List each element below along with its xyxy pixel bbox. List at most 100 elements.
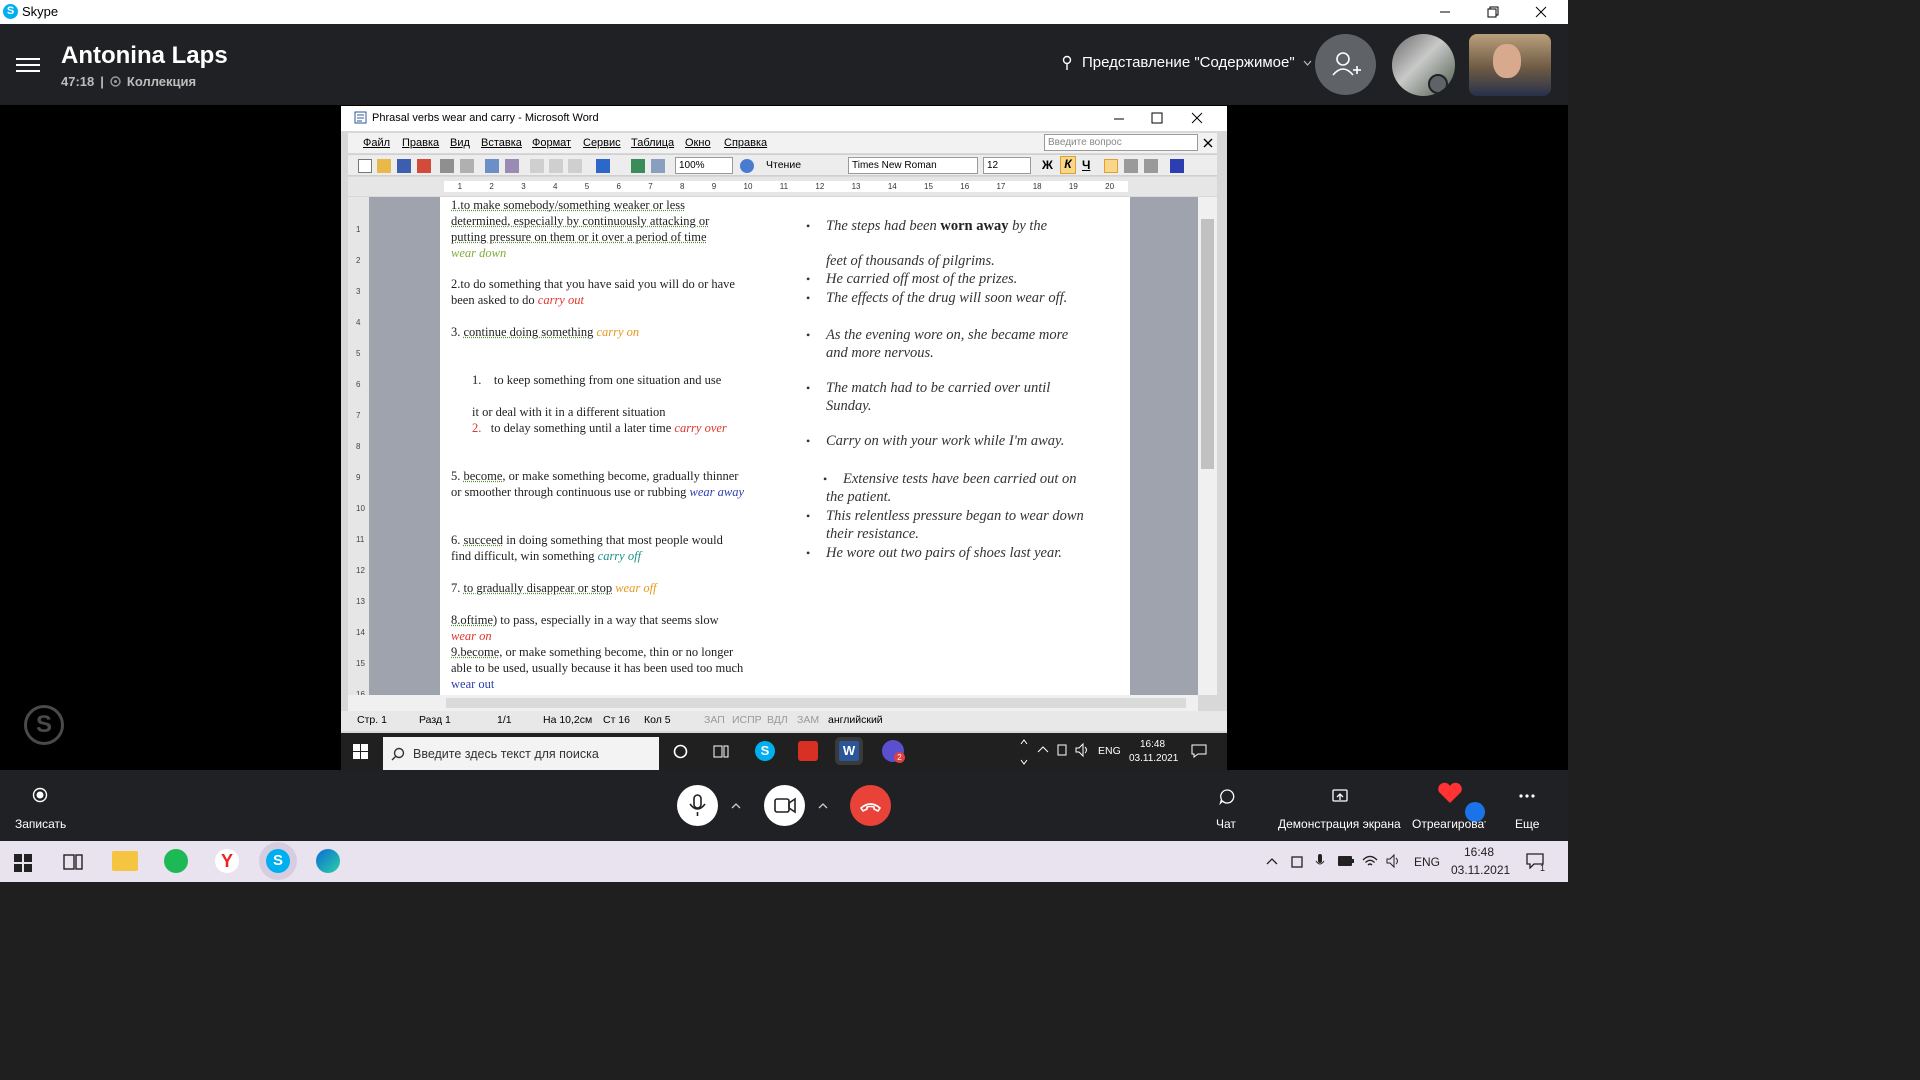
camera-button[interactable] xyxy=(764,785,805,826)
remote-skype-icon[interactable]: S xyxy=(755,741,775,761)
underline-button[interactable]: Ч xyxy=(1082,158,1090,172)
word-minimize-icon[interactable] xyxy=(1113,113,1125,125)
tray-chevron-up-icon[interactable] xyxy=(1037,745,1049,753)
horizontal-scrollbar[interactable] xyxy=(348,695,1198,711)
tray-mic-icon[interactable] xyxy=(1315,853,1325,870)
new-doc-icon[interactable] xyxy=(358,159,372,173)
remote-time[interactable]: 16:48 xyxy=(1140,739,1165,750)
tray-volume-icon[interactable] xyxy=(1075,743,1089,757)
self-video-preview[interactable] xyxy=(1469,34,1551,96)
bold-button[interactable]: Ж xyxy=(1042,158,1053,172)
research-icon[interactable] xyxy=(505,159,519,173)
menu-help[interactable]: Справка xyxy=(724,137,767,149)
align-right-icon[interactable] xyxy=(1144,159,1158,173)
align-center-icon[interactable] xyxy=(1124,159,1138,173)
view-mode-selector[interactable]: Представление "Содержимое" xyxy=(1060,54,1312,71)
font-color-icon[interactable] xyxy=(1170,159,1184,173)
menu-tools[interactable]: Сервис xyxy=(583,137,621,149)
host-lang[interactable]: ENG xyxy=(1414,855,1440,869)
wifi-icon[interactable] xyxy=(1362,853,1378,869)
remote-search-box[interactable]: Введите здесь текст для поиска xyxy=(383,737,659,770)
pdf-reader-icon[interactable] xyxy=(798,741,818,761)
cortana-icon[interactable] xyxy=(673,744,688,759)
word-taskbar-icon[interactable]: W xyxy=(839,741,859,761)
help-icon[interactable] xyxy=(740,159,754,173)
more-label[interactable]: Еще xyxy=(1515,817,1539,831)
screen-share-label[interactable]: Демонстрация экрана xyxy=(1278,817,1401,831)
menu-window[interactable]: Окно xyxy=(685,137,711,149)
tray-scroll-icon[interactable] xyxy=(1020,737,1028,767)
permission-icon[interactable] xyxy=(417,159,431,173)
mic-options-chevron-icon[interactable] xyxy=(731,802,741,809)
close-button[interactable] xyxy=(1518,0,1564,24)
copy-icon[interactable] xyxy=(549,159,563,173)
align-left-icon[interactable] xyxy=(1104,159,1118,173)
add-participant-button[interactable] xyxy=(1315,34,1376,95)
close-doc-icon[interactable] xyxy=(1203,138,1213,148)
task-view-icon[interactable] xyxy=(713,744,729,759)
word-close-icon[interactable] xyxy=(1191,112,1203,124)
heart-reaction-icon[interactable] xyxy=(1437,782,1463,804)
font-select[interactable]: Times New Roman xyxy=(848,157,978,174)
hamburger-menu-icon[interactable] xyxy=(16,54,40,74)
font-size-select[interactable]: 12 xyxy=(983,157,1031,174)
minimize-button[interactable] xyxy=(1422,0,1468,24)
italic-button[interactable]: К xyxy=(1060,156,1076,174)
notifications-icon[interactable] xyxy=(1191,744,1207,758)
spotify-icon[interactable] xyxy=(164,849,188,873)
host-time[interactable]: 16:48 xyxy=(1464,845,1494,859)
viber-icon[interactable]: 2 xyxy=(882,740,905,763)
collection-link[interactable]: Коллекция xyxy=(127,74,196,89)
menu-view[interactable]: Вид xyxy=(450,137,470,149)
skype-taskbar-icon[interactable]: S xyxy=(266,849,290,873)
more-options-icon[interactable] xyxy=(1519,794,1535,798)
undo-icon[interactable] xyxy=(596,159,610,173)
print-icon[interactable] xyxy=(440,159,454,173)
menu-table[interactable]: Таблица xyxy=(631,137,674,149)
screen-share-icon[interactable] xyxy=(1332,788,1348,804)
yandex-browser-icon[interactable]: Y xyxy=(215,849,239,873)
menu-format[interactable]: Формат xyxy=(532,137,571,149)
spelling-icon[interactable] xyxy=(485,159,499,173)
windows-start-icon[interactable] xyxy=(353,744,368,759)
print-preview-icon[interactable] xyxy=(460,159,474,173)
file-explorer-icon[interactable] xyxy=(112,851,138,871)
chat-label[interactable]: Чат xyxy=(1216,817,1236,831)
hyperlink-icon[interactable] xyxy=(631,159,645,173)
edge-browser-icon[interactable] xyxy=(316,849,340,873)
vertical-scrollbar[interactable] xyxy=(1198,197,1217,695)
menu-edit[interactable]: Правка xyxy=(402,137,439,149)
task-view-icon[interactable] xyxy=(63,853,83,871)
react-label[interactable]: Отреагировать xyxy=(1412,817,1486,831)
camera-options-chevron-icon[interactable] xyxy=(818,802,828,809)
help-search-input[interactable]: Введите вопрос xyxy=(1044,134,1198,151)
chat-icon[interactable] xyxy=(1219,788,1236,805)
open-folder-icon[interactable] xyxy=(377,159,391,173)
mic-button[interactable] xyxy=(677,785,718,826)
record-label[interactable]: Записать xyxy=(15,817,66,831)
document-page[interactable]: 1.to make somebody/something weaker or l… xyxy=(440,197,1130,695)
remote-date[interactable]: 03.11.2021 xyxy=(1129,753,1178,764)
zoom-select[interactable]: 100% xyxy=(675,157,733,174)
hang-up-button[interactable] xyxy=(850,785,891,826)
start-icon[interactable] xyxy=(14,854,32,872)
cut-icon[interactable] xyxy=(530,159,544,173)
save-icon[interactable] xyxy=(397,159,411,173)
h-scroll-thumb[interactable] xyxy=(446,698,1186,708)
paste-icon[interactable] xyxy=(568,159,582,173)
volume-icon[interactable] xyxy=(1386,853,1402,869)
tables-icon[interactable] xyxy=(651,159,665,173)
reading-mode-button[interactable]: Чтение xyxy=(766,159,801,171)
host-date[interactable]: 03.11.2021 xyxy=(1451,863,1510,877)
participant-avatar[interactable] xyxy=(1392,34,1455,96)
record-button[interactable] xyxy=(32,787,48,803)
word-maximize-icon[interactable] xyxy=(1151,112,1163,124)
tray-device-icon[interactable] xyxy=(1056,743,1068,757)
battery-icon[interactable] xyxy=(1337,855,1355,867)
caller-name[interactable]: Antonina Laps xyxy=(61,42,228,70)
tray-device-icon[interactable] xyxy=(1290,854,1304,870)
menu-file[interactable]: Файл xyxy=(363,137,390,149)
menu-insert[interactable]: Вставка xyxy=(481,137,522,149)
remote-lang[interactable]: ENG xyxy=(1098,745,1121,757)
tray-chevron-up-icon[interactable] xyxy=(1266,857,1278,865)
